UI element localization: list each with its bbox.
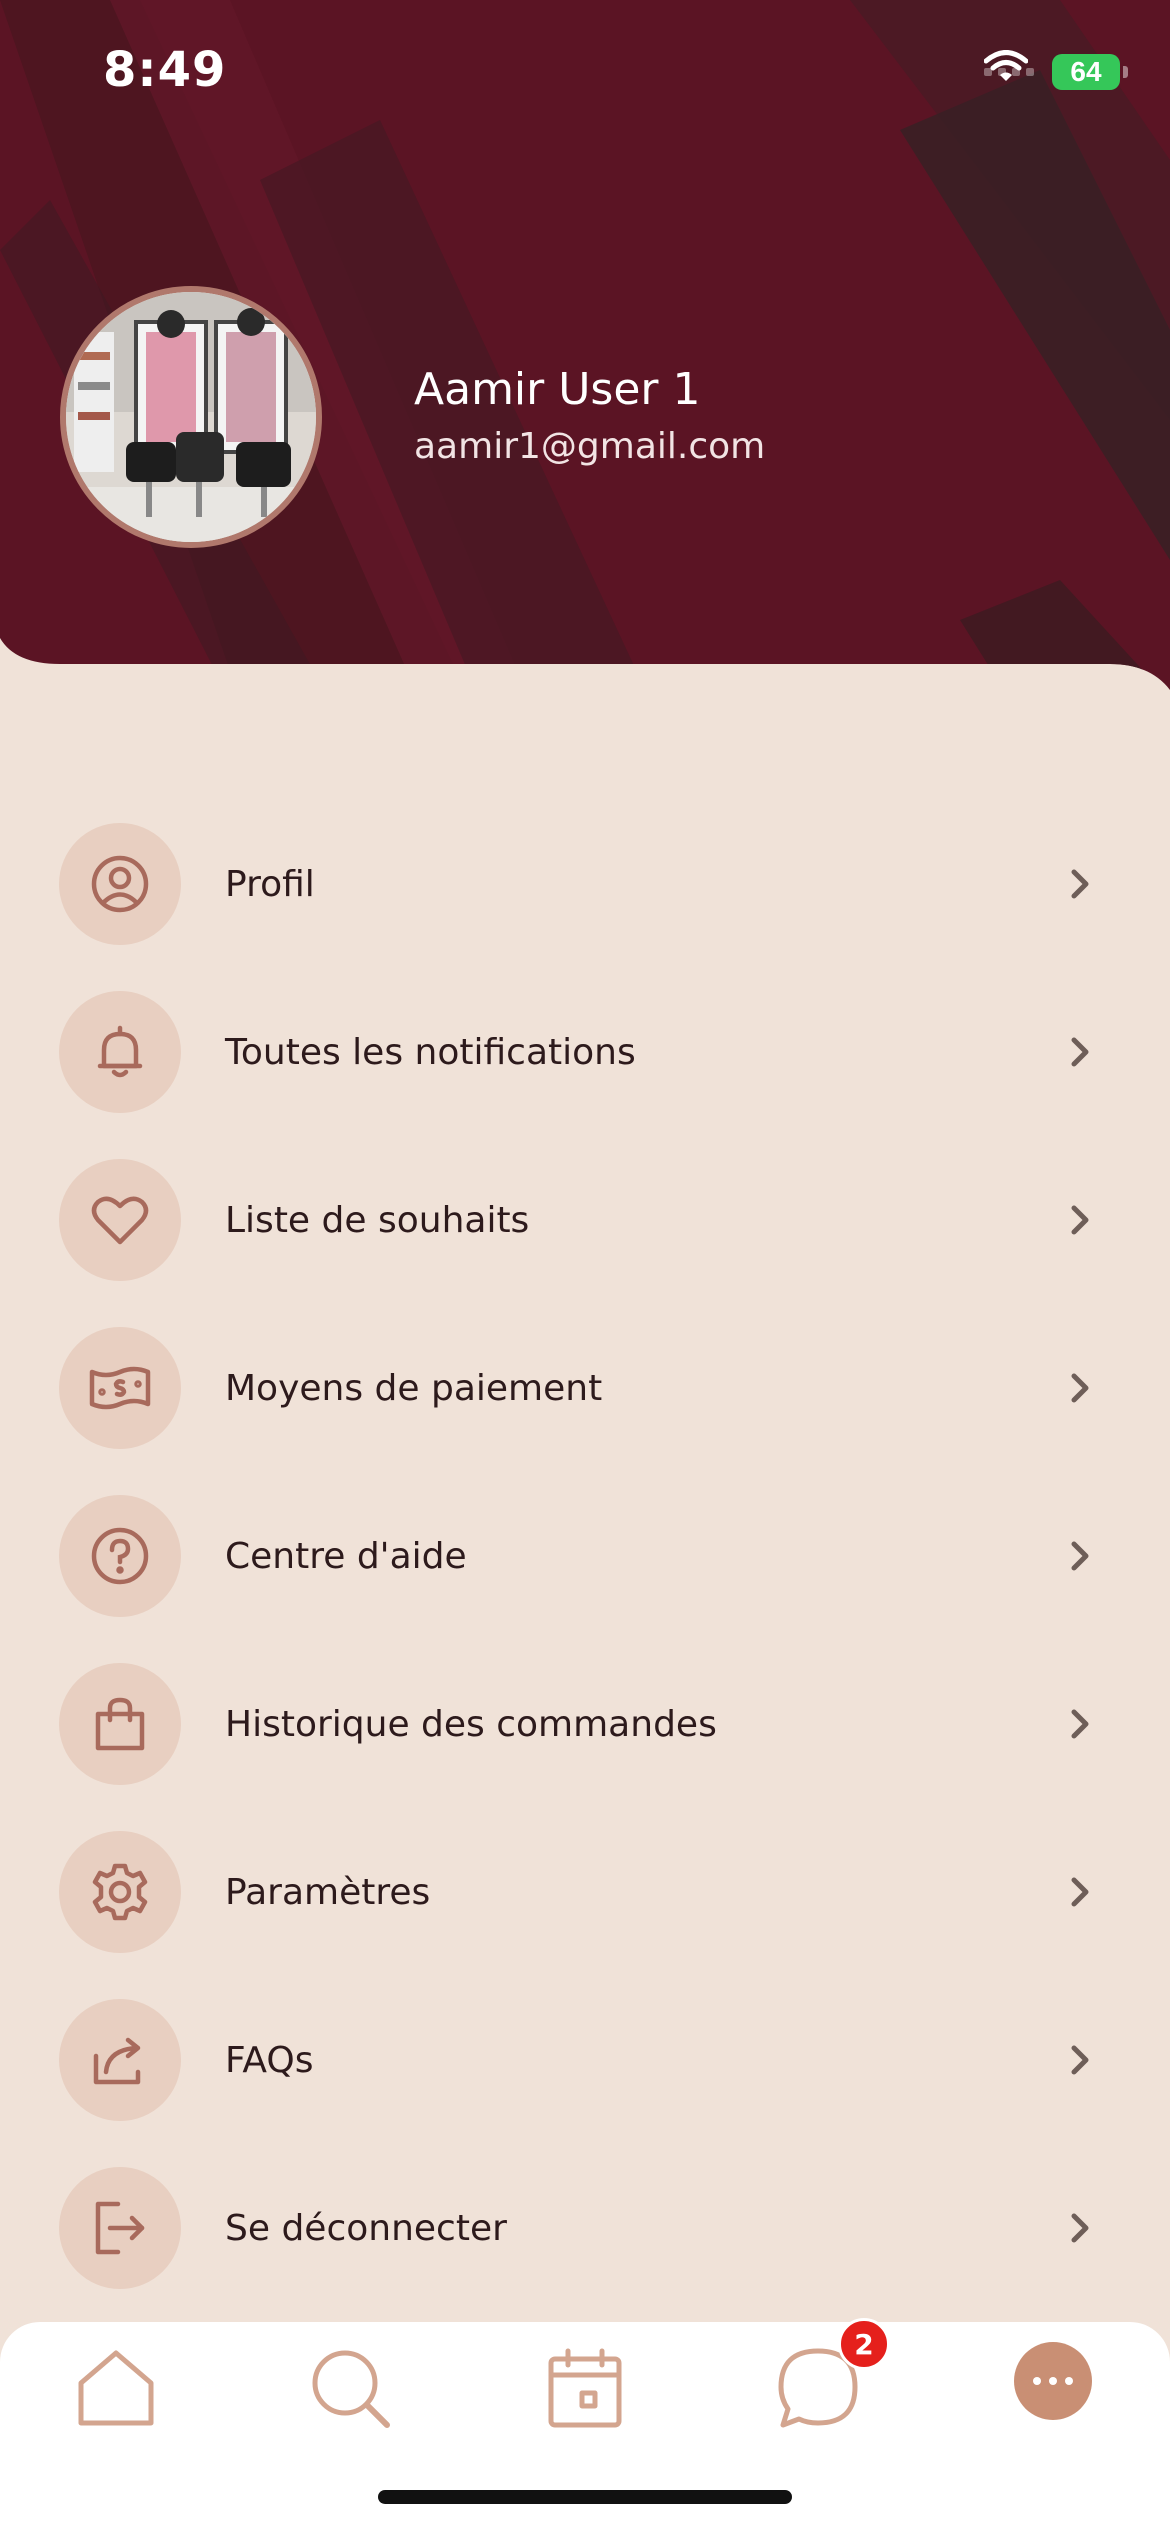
more-icon[interactable] xyxy=(1014,2342,1092,2420)
chat-badge: 2 xyxy=(838,2318,890,2370)
menu-label: Moyens de paiement xyxy=(225,1367,603,1409)
status-icons: 64 xyxy=(984,50,1128,94)
settings-menu: Profil Toutes les notifications Liste de… xyxy=(0,800,1170,2312)
avatar[interactable] xyxy=(60,286,322,548)
menu-item-logout[interactable]: Se déconnecter xyxy=(0,2144,1170,2312)
home-indicator xyxy=(378,2490,792,2504)
gear-icon xyxy=(59,1831,181,1953)
question-circle-icon xyxy=(59,1495,181,1617)
menu-label: FAQs xyxy=(225,2039,314,2081)
menu-item-profil[interactable]: Profil xyxy=(0,800,1170,968)
logout-icon xyxy=(59,2167,181,2289)
user-circle-icon xyxy=(59,823,181,945)
salon-photo xyxy=(66,292,316,542)
menu-item-help-center[interactable]: Centre d'aide xyxy=(0,1472,1170,1640)
search-icon xyxy=(312,2350,390,2428)
bell-icon xyxy=(59,991,181,1113)
wifi-icon xyxy=(984,50,1028,81)
chevron-right-icon xyxy=(1071,1373,1089,1403)
chevron-right-icon xyxy=(1071,1037,1089,1067)
status-time: 8:49 xyxy=(103,42,227,98)
battery-level: 64 xyxy=(1070,56,1102,87)
menu-item-settings[interactable]: Paramètres xyxy=(0,1808,1170,1976)
menu-label: Liste de souhaits xyxy=(225,1199,530,1241)
chevron-right-icon xyxy=(1071,2213,1089,2243)
menu-label: Toutes les notifications xyxy=(225,1031,636,1073)
banknote-icon xyxy=(59,1327,181,1449)
menu-item-notifications[interactable]: Toutes les notifications xyxy=(0,968,1170,1136)
menu-item-wishlist[interactable]: Liste de souhaits xyxy=(0,1136,1170,1304)
profile-header: 8:49 64 Aamir User 1 aamir1@gmail.com xyxy=(0,0,1170,700)
battery-icon: 64 xyxy=(1052,54,1128,90)
user-name: Aamir User 1 xyxy=(414,364,701,415)
user-email: aamir1@gmail.com xyxy=(414,426,766,467)
menu-label: Se déconnecter xyxy=(225,2207,507,2249)
chevron-right-icon xyxy=(1071,2045,1089,2075)
menu-label: Profil xyxy=(225,863,315,905)
menu-item-faqs[interactable]: FAQs xyxy=(0,1976,1170,2144)
heart-icon xyxy=(59,1159,181,1281)
tab-home[interactable] xyxy=(66,2338,166,2438)
chevron-right-icon xyxy=(1071,869,1089,899)
menu-label: Centre d'aide xyxy=(225,1535,467,1577)
menu-item-payment[interactable]: Moyens de paiement xyxy=(0,1304,1170,1472)
tab-search[interactable] xyxy=(300,2338,400,2438)
chevron-right-icon xyxy=(1071,1877,1089,1907)
chevron-right-icon xyxy=(1071,1205,1089,1235)
home-icon xyxy=(78,2350,154,2426)
share-arrow-icon xyxy=(59,1999,181,2121)
chevron-right-icon xyxy=(1071,1541,1089,1571)
menu-label: Historique des commandes xyxy=(225,1703,717,1745)
chevron-right-icon xyxy=(1071,1709,1089,1739)
tab-calendar[interactable] xyxy=(535,2338,635,2438)
menu-item-order-history[interactable]: Historique des commandes xyxy=(0,1640,1170,1808)
menu-label: Paramètres xyxy=(225,1871,431,1913)
calendar-icon xyxy=(548,2348,622,2428)
shopping-bag-icon xyxy=(59,1663,181,1785)
